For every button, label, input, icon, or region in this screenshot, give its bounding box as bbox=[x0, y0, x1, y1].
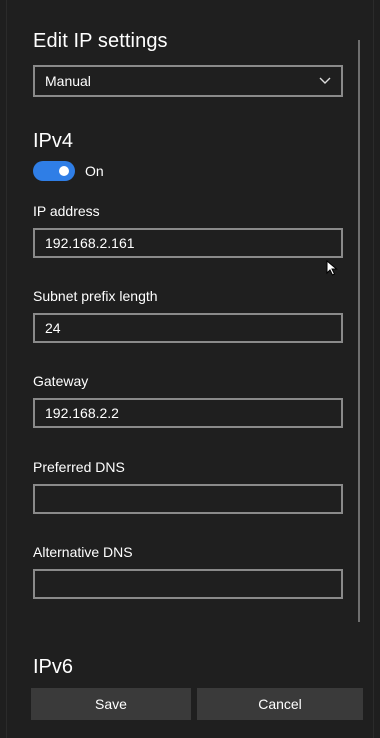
ipv4-toggle-state: On bbox=[85, 163, 104, 179]
save-button[interactable]: Save bbox=[31, 688, 191, 720]
ip-address-label: IP address bbox=[33, 203, 100, 219]
alternative-dns-input[interactable] bbox=[33, 569, 343, 599]
preferred-dns-input[interactable] bbox=[33, 484, 343, 514]
chevron-down-icon bbox=[319, 75, 331, 87]
dialog-title: Edit IP settings bbox=[33, 30, 168, 52]
ipv6-section-title: IPv6 bbox=[33, 656, 74, 678]
gateway-input[interactable]: 192.168.2.2 bbox=[33, 398, 343, 428]
toggle-knob bbox=[59, 166, 69, 176]
ipv4-toggle[interactable] bbox=[33, 161, 75, 181]
gateway-label: Gateway bbox=[33, 373, 89, 389]
ip-mode-value: Manual bbox=[45, 73, 91, 89]
subnet-prefix-length-input[interactable]: 24 bbox=[33, 313, 343, 343]
cancel-button[interactable]: Cancel bbox=[197, 688, 363, 720]
scrollbar[interactable] bbox=[358, 40, 360, 622]
preferred-dns-label: Preferred DNS bbox=[33, 459, 125, 475]
mouse-pointer-icon bbox=[326, 260, 338, 276]
alternative-dns-label: Alternative DNS bbox=[33, 544, 133, 560]
ip-address-input[interactable]: 192.168.2.161 bbox=[33, 228, 343, 258]
subnet-prefix-length-label: Subnet prefix length bbox=[33, 288, 158, 304]
ipv4-toggle-row: On bbox=[33, 161, 104, 181]
edit-ip-settings-dialog: Edit IP settings Manual IPv4 On IP addre… bbox=[6, 0, 374, 738]
ip-mode-dropdown[interactable]: Manual bbox=[33, 65, 343, 97]
ipv4-section-title: IPv4 bbox=[33, 130, 74, 152]
